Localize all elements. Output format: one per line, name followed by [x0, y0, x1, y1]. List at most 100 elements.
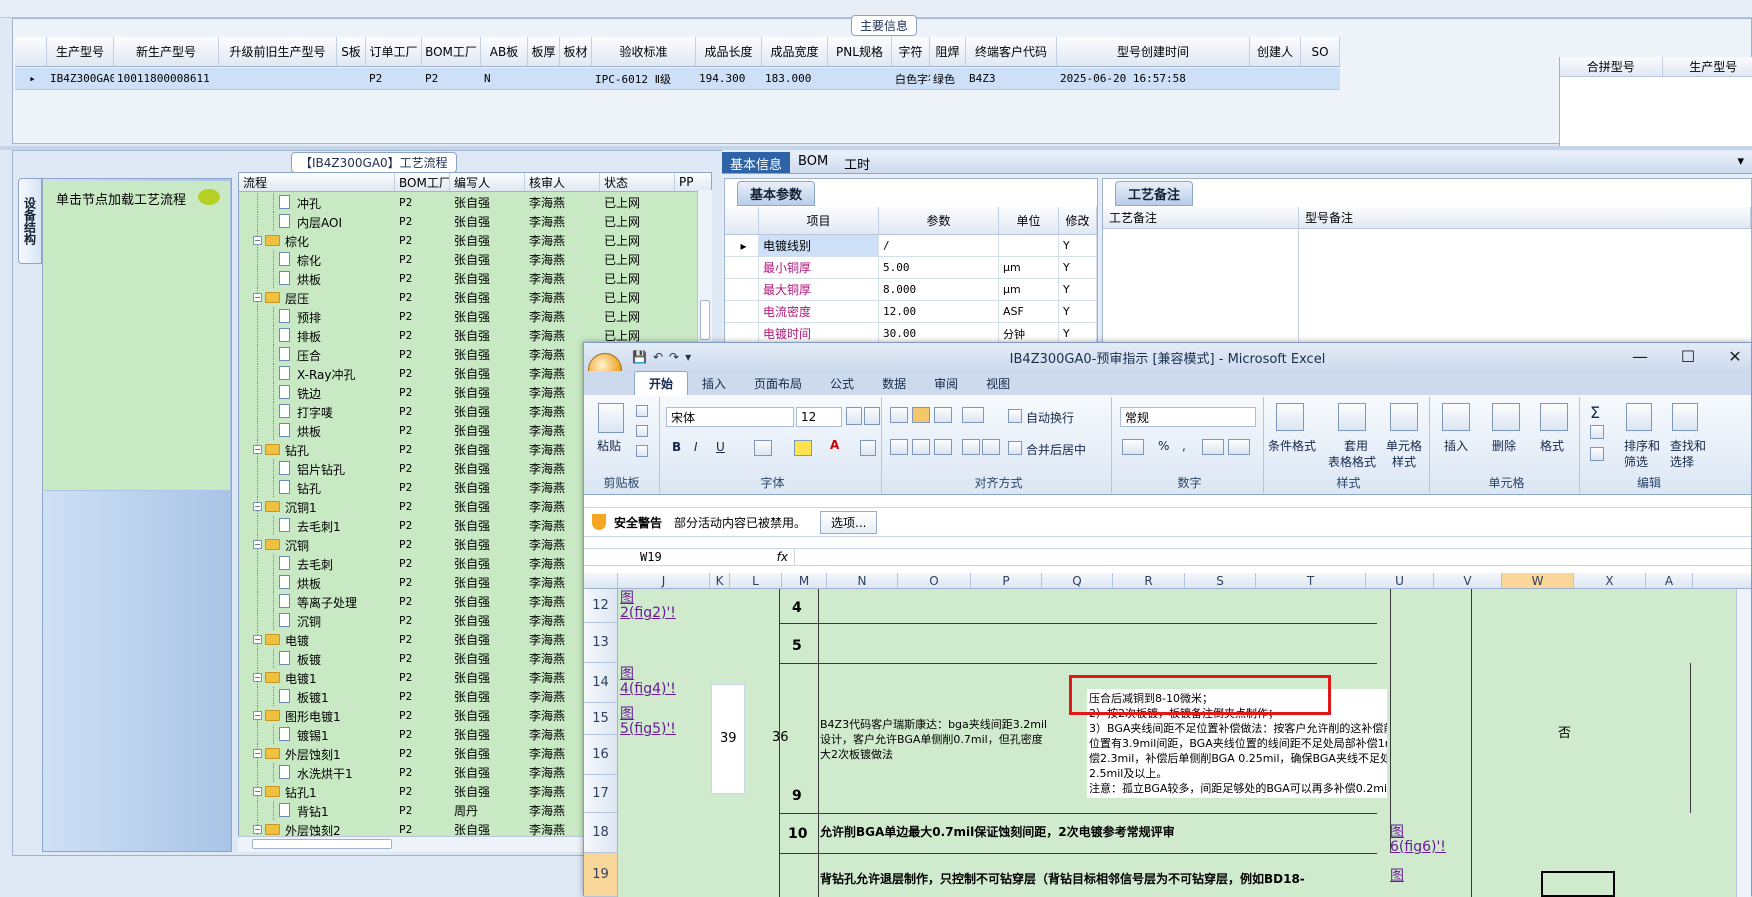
main-cell[interactable]: 183.000	[762, 68, 828, 89]
tree-node[interactable]: 板镀1	[239, 687, 395, 706]
decrease-decimal-icon[interactable]	[1228, 439, 1250, 455]
main-info-row[interactable]: ▸IB4Z300GA010011800008611P2P2NIPC-6012 Ⅱ…	[15, 68, 1340, 90]
tree-row[interactable]: 棕化P2张自强李海燕已上网	[239, 250, 697, 269]
main-col-header[interactable]: 成品宽度	[762, 37, 828, 66]
tree-node[interactable]: 棕化	[239, 250, 395, 269]
remark-col-header[interactable]: 型号备注	[1299, 207, 1751, 228]
tree-node[interactable]: 去毛刺	[239, 554, 395, 573]
tree-node[interactable]: 水洗烘干1	[239, 763, 395, 782]
main-cell[interactable]: B4Z3	[966, 68, 1057, 89]
italic-icon[interactable]: I	[694, 440, 698, 454]
tree-node[interactable]: 预排	[239, 307, 395, 326]
autosum-icon[interactable]: Σ	[1590, 403, 1600, 422]
formula-input[interactable]	[794, 549, 1751, 565]
tree-node[interactable]: −棕化	[239, 231, 395, 250]
main-col-header[interactable]: BOM工厂	[422, 37, 481, 66]
collapse-icon[interactable]: −	[253, 502, 262, 511]
format-painter-icon[interactable]	[636, 445, 648, 457]
main-col-header[interactable]: 字符	[892, 37, 930, 66]
main-col-header[interactable]: 板厚	[528, 37, 560, 66]
tree-node[interactable]: 去毛刺1	[239, 516, 395, 535]
main-cell[interactable]	[219, 68, 337, 89]
minimize-button[interactable]: —	[1624, 347, 1656, 367]
save-icon[interactable]: 💾	[632, 350, 647, 364]
collapse-icon[interactable]: −	[253, 825, 262, 834]
tree-node[interactable]: 打字唛	[239, 402, 395, 421]
param-col-header[interactable]: 项目	[759, 207, 879, 234]
border-icon[interactable]	[754, 440, 772, 456]
remark-col-header[interactable]: 工艺备注	[1103, 207, 1299, 228]
find-select-label-a[interactable]: 查找和	[1670, 437, 1706, 454]
insert-cells-label[interactable]: 插入	[1444, 437, 1468, 454]
main-col-header[interactable]: S板	[337, 37, 366, 66]
main-col-header[interactable]: 型号创建时间	[1057, 37, 1250, 66]
tree-col-header[interactable]: 流程	[239, 173, 395, 191]
align-right-icon[interactable]	[934, 439, 952, 455]
tree-node[interactable]: X-Ray冲孔	[239, 364, 395, 383]
wrap-text-icon[interactable]	[1008, 409, 1022, 423]
ribbon-tab[interactable]: 审阅	[920, 372, 972, 395]
column-header[interactable]: R	[1113, 573, 1185, 588]
tree-col-header[interactable]: 编写人	[450, 173, 525, 191]
ribbon-tab[interactable]: 数据	[868, 372, 920, 395]
tree-row[interactable]: −层压P2张自强李海燕已上网	[239, 288, 697, 307]
align-middle-icon[interactable]	[912, 407, 930, 423]
main-col-header[interactable]: 创建人	[1250, 37, 1301, 66]
row-header-13[interactable]: 13	[584, 623, 618, 663]
worksheet[interactable]: 12 13 14 15 16 17 18 19 39 36 图2(fig2)'!…	[584, 589, 1736, 897]
param-value[interactable]: 5.00	[879, 257, 999, 278]
tree-node[interactable]: −沉铜1	[239, 497, 395, 516]
find-select-icon[interactable]	[1672, 403, 1698, 431]
decrease-indent-icon[interactable]	[962, 439, 980, 455]
column-header[interactable]: P	[971, 573, 1042, 588]
collapse-icon[interactable]: −	[253, 293, 262, 302]
main-cell[interactable]	[1250, 68, 1301, 89]
cell-styles-label-b[interactable]: 样式	[1392, 453, 1416, 470]
tree-col-header[interactable]: 核审人	[525, 173, 600, 191]
main-col-header[interactable]: 验收标准	[592, 37, 696, 66]
main-col-header[interactable]: 板材	[560, 37, 592, 66]
tree-col-header[interactable]: BOM工厂	[395, 173, 450, 191]
find-select-label-b[interactable]: 选择	[1670, 453, 1694, 470]
name-box[interactable]: W19	[584, 550, 734, 564]
main-cell[interactable]	[528, 68, 560, 89]
main-col-header[interactable]: PNL规格	[828, 37, 892, 66]
main-cell[interactable]: 2025-06-20 16:57:58	[1057, 68, 1250, 89]
param-value[interactable]: 12.00	[879, 301, 999, 322]
tree-node[interactable]: −钻孔1	[239, 782, 395, 801]
tree-node[interactable]: 烘板	[239, 421, 395, 440]
main-cell[interactable]: P2	[366, 68, 422, 89]
ribbon-tab[interactable]: 插入	[688, 372, 740, 395]
security-options-button[interactable]: 选项...	[820, 511, 877, 534]
main-cell[interactable]	[560, 68, 592, 89]
tree-col-header[interactable]: 状态	[600, 173, 675, 191]
font-name-box[interactable]: 宋体	[666, 407, 794, 427]
tree-node[interactable]: 压合	[239, 345, 395, 364]
increase-indent-icon[interactable]	[982, 439, 1000, 455]
tree-node[interactable]: 板镀	[239, 649, 395, 668]
collapse-icon[interactable]: −	[253, 711, 262, 720]
fill-icon[interactable]	[1590, 425, 1604, 439]
paste-icon[interactable]	[598, 403, 624, 433]
merge-center-label[interactable]: 合并后居中	[1026, 441, 1086, 458]
main-col-header[interactable]: 升级前旧生产型号	[219, 37, 337, 66]
sheet-vertical-scrollbar[interactable]	[1736, 589, 1751, 897]
main-cell[interactable]: P2	[422, 68, 481, 89]
tree-node[interactable]: 钻孔	[239, 478, 395, 497]
main-col-header[interactable]: 阻焊	[930, 37, 966, 66]
ribbon-tab[interactable]: 视图	[972, 372, 1024, 395]
format-cells-label[interactable]: 格式	[1540, 437, 1564, 454]
row-header-15[interactable]: 15	[584, 703, 618, 735]
column-header[interactable]: X	[1574, 573, 1646, 588]
main-cell[interactable]: 白色字符	[892, 68, 930, 89]
column-header[interactable]: J	[618, 573, 710, 588]
param-row[interactable]: 最大铜厚8.000μmY	[725, 279, 1097, 301]
row-header-17[interactable]: 17	[584, 775, 618, 813]
cut-icon[interactable]	[636, 405, 648, 417]
column-header[interactable]: T	[1256, 573, 1366, 588]
undo-icon[interactable]: ↶	[653, 350, 663, 364]
main-col-header[interactable]: 新生产型号	[114, 37, 219, 66]
row-header-12[interactable]: 12	[584, 589, 618, 623]
row-header-14[interactable]: 14	[584, 663, 618, 703]
tree-row[interactable]: 烘板P2张自强李海燕已上网	[239, 269, 697, 288]
